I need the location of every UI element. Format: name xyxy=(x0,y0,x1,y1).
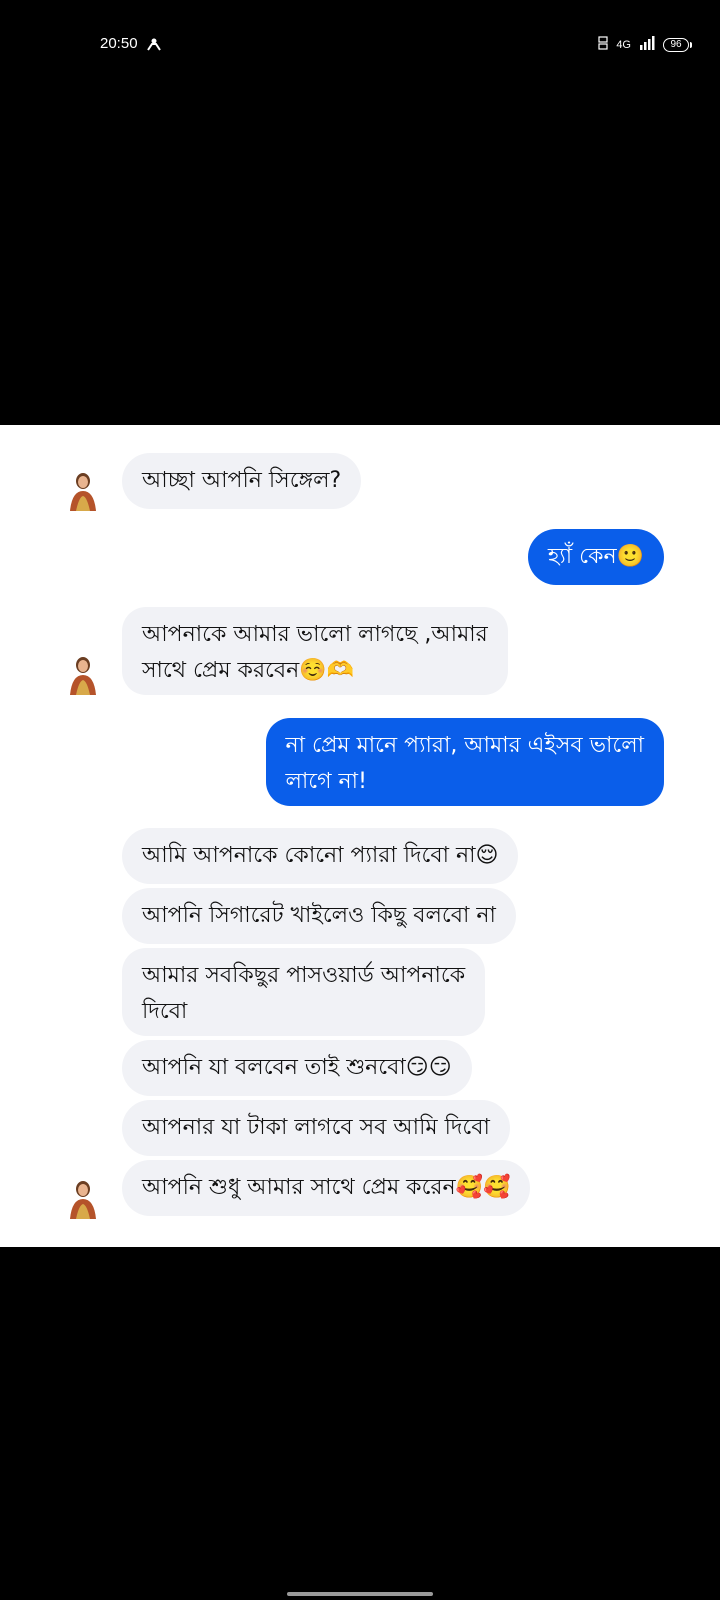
message-incoming[interactable]: আপনার যা টাকা লাগবে সব আমি দিবো xyxy=(122,1100,510,1156)
message-outgoing[interactable]: হ্যাঁ কেন🙂 xyxy=(527,529,664,585)
notification-icon xyxy=(146,36,162,51)
chat-thread: আচ্ছা আপনি সিঙ্গেল? হ্যাঁ কেন🙂 আপনাকে আম… xyxy=(0,425,720,1247)
message-incoming[interactable]: আপনি শুধু আমার সাথে প্রেম করেন🥰🥰 xyxy=(122,1160,531,1216)
message-line: দিবো xyxy=(142,999,188,1024)
message-line: সাথে প্রেম করবেন☺️🫶 xyxy=(142,658,355,683)
battery-icon: 96 xyxy=(663,37,692,52)
message-text: আপনি যা বলবেন তাই শুনবো😏😏 xyxy=(142,1055,452,1080)
message-incoming[interactable]: আপনি সিগারেট খাইলেও কিছু বলবো না xyxy=(122,888,516,944)
message-incoming[interactable]: আমি আপনাকে কোনো প্যারা দিবো না😌 xyxy=(122,828,519,884)
message-text: আপনি সিগারেট খাইলেও কিছু বলবো না xyxy=(142,903,496,928)
message-line: না প্রেম মানে প্যারা, আমার এইসব ভালো xyxy=(285,733,644,758)
battery-level: 96 xyxy=(663,37,689,52)
contact-avatar[interactable] xyxy=(66,653,100,695)
message-incoming[interactable]: আপনাকে আমার ভালো লাগছে ,আমার সাথে প্রেম … xyxy=(122,607,508,695)
status-bar: 20:50 4G 96 xyxy=(0,0,720,90)
message-text: আমি আপনাকে কোনো প্যারা দিবো না😌 xyxy=(142,843,499,868)
message-text: আপনার যা টাকা লাগবে সব আমি দিবো xyxy=(142,1115,490,1140)
message-incoming[interactable]: আমার সবকিছুর পাসওয়ার্ড আপনাকে দিবো xyxy=(122,948,486,1036)
message-text: হ্যাঁ কেন🙂 xyxy=(547,544,644,569)
contact-avatar[interactable] xyxy=(66,469,100,511)
message-text: আপনি শুধু আমার সাথে প্রেম করেন🥰🥰 xyxy=(142,1175,511,1200)
message-line: আমার সবকিছুর পাসওয়ার্ড আপনাকে xyxy=(142,963,466,988)
message-outgoing[interactable]: না প্রেম মানে প্যারা, আমার এইসব ভালো লাগ… xyxy=(265,718,664,806)
message-text: আচ্ছা আপনি সিঙ্গেল? xyxy=(142,468,342,493)
home-indicator[interactable] xyxy=(287,1592,433,1596)
volte-icon xyxy=(598,36,608,53)
signal-icon xyxy=(639,36,655,53)
message-incoming[interactable]: আপনি যা বলবেন তাই শুনবো😏😏 xyxy=(122,1040,472,1096)
message-line: আপনাকে আমার ভালো লাগছে ,আমার xyxy=(142,622,488,647)
message-incoming[interactable]: আচ্ছা আপনি সিঙ্গেল? xyxy=(122,453,362,509)
message-line: লাগে না! xyxy=(285,769,367,794)
status-indicators: 4G 96 xyxy=(598,36,692,53)
network-type: 4G xyxy=(616,38,631,51)
status-time: 20:50 xyxy=(100,35,138,52)
contact-avatar[interactable] xyxy=(66,1177,100,1219)
